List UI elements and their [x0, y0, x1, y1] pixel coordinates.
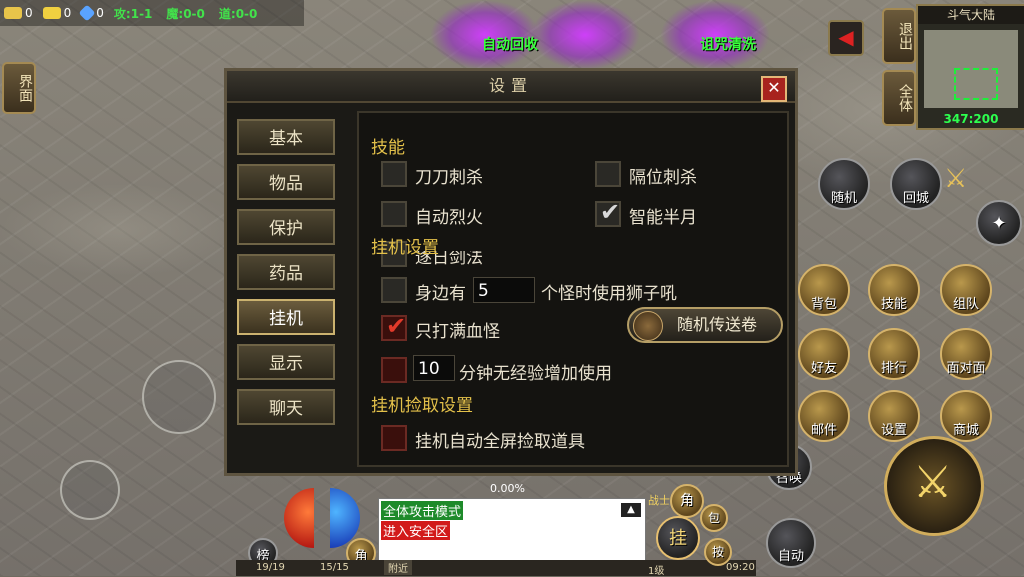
nearby-tab[interactable]: 附近 [384, 560, 412, 575]
tab-protect[interactable]: 保护 [237, 209, 335, 245]
attack-button[interactable]: ⚔ [884, 436, 984, 536]
label-smart-ban-yue: 智能半月 [629, 208, 697, 228]
checkbox-smart-ban-yue[interactable]: ✔ [595, 198, 621, 227]
rank-button[interactable]: 排行 [868, 328, 920, 380]
auto-recycle-button[interactable]: 自动回收 [482, 34, 538, 54]
chat-scroll-up-icon[interactable]: ▲ [621, 503, 641, 517]
return-city-button[interactable]: 回城 [890, 158, 942, 210]
tab-basic[interactable]: 基本 [237, 119, 335, 155]
settings-dialog: 设置 ✕ 基本 物品 保护 药品 挂机 显示 聊天 技能 刀刀刺杀 隔位刺杀 自… [224, 68, 798, 476]
resource-ingot: 0 [42, 6, 71, 20]
bottom-status-bar: 19/19 15/15 附近 1级 09:20 [236, 560, 756, 577]
shop-button[interactable]: 商城 [940, 390, 992, 442]
settings-button[interactable]: 设置 [868, 390, 920, 442]
magic-stat: 魔:0-0 [166, 6, 205, 21]
minutes-input[interactable]: 10 [413, 355, 455, 381]
lion-monster-count-input[interactable]: 5 [473, 277, 535, 303]
curse-clean-button[interactable]: 诅咒清洗 [700, 34, 756, 54]
checkbox-full-hp-only[interactable]: ✔ [381, 312, 407, 341]
attack-stat: 攻:1-1 [113, 6, 153, 21]
settings-tabs: 基本 物品 保护 药品 挂机 显示 聊天 [237, 119, 347, 434]
checkbox-no-exp-scroll[interactable] [381, 357, 407, 383]
tab-items[interactable]: 物品 [237, 164, 335, 200]
random-button[interactable]: 随机 [818, 158, 870, 210]
section-afk-title: 挂机设置 [371, 238, 439, 258]
minimap[interactable]: 斗气大陆 347:200 [916, 4, 1024, 130]
face-to-face-button[interactable]: 面对面 [940, 328, 992, 380]
bag-quick-button[interactable]: 包 [700, 504, 728, 532]
tab-display[interactable]: 显示 [237, 344, 335, 380]
dialog-title: 设置 [227, 71, 795, 103]
label-lion-suffix: 个怪时使用狮子吼 [541, 284, 677, 304]
joystick-ring[interactable] [142, 360, 216, 434]
purple-dragon-statue-mid [530, 0, 640, 70]
resource-diamond: 0 [78, 4, 104, 22]
section-pickup-title: 挂机捡取设置 [371, 396, 473, 416]
label-dao-dao-ci-sha: 刀刀刺杀 [415, 168, 483, 188]
tab-chat[interactable]: 聊天 [237, 389, 335, 425]
friend-button[interactable]: 好友 [798, 328, 850, 380]
interface-button[interactable]: 界面 [2, 62, 36, 114]
compass-icon: ✦ [991, 213, 1007, 234]
label-auto-lie-huo: 自动烈火 [415, 208, 483, 228]
checkbox-lion-roar[interactable] [381, 277, 407, 303]
auto-button[interactable]: 自动 [766, 518, 816, 568]
checkbox-auto-pickup[interactable] [381, 425, 407, 451]
compass-button[interactable]: ✦ [976, 200, 1022, 246]
gold-bars-icon [4, 7, 22, 19]
hp-value: 19/19 [256, 562, 285, 573]
level-label: 1级 [648, 566, 665, 577]
label-ge-wei-ci-sha: 隔位刺杀 [629, 168, 697, 188]
exp-percent: 0.00% [490, 482, 525, 495]
minimap-area [924, 30, 1018, 108]
gold-ingot-icon [42, 7, 61, 19]
close-button[interactable]: ✕ [761, 76, 787, 102]
mp-value: 15/15 [320, 562, 349, 573]
scroll-icon [633, 311, 663, 341]
check-icon: ✔ [386, 312, 407, 340]
section-skills-title: 技能 [371, 138, 405, 158]
class-label: 战士 [648, 494, 670, 507]
team-button[interactable]: 组队 [940, 264, 992, 316]
minimap-view-box [954, 68, 998, 100]
check-icon: ✔ [600, 198, 621, 226]
label-full-hp-only: 只打满血怪 [415, 322, 500, 342]
tab-afk[interactable]: 挂机 [237, 299, 335, 335]
afk-settings-panel: 技能 刀刀刺杀 隔位刺杀 自动烈火 ✔ 智能半月 逐日剑法 挂机设置 身边有 5… [357, 111, 789, 467]
sword-icon[interactable]: ⚔ [944, 164, 967, 194]
back-arrow-icon[interactable]: ◀ [828, 20, 864, 56]
blade-icon: ⚔ [913, 457, 953, 508]
minimap-coordinates: 347:200 [943, 112, 999, 126]
bag-button[interactable]: 背包 [798, 264, 850, 316]
label-lion-prefix: 身边有 [415, 284, 466, 304]
skill-button[interactable]: 技能 [868, 264, 920, 316]
character-button-2[interactable]: 角 [670, 484, 704, 518]
minimap-title: 斗气大陆 [918, 6, 1024, 24]
joystick-knob[interactable] [60, 460, 120, 520]
checkbox-ge-wei-ci-sha[interactable] [595, 161, 621, 187]
checkbox-dao-dao-ci-sha[interactable] [381, 161, 407, 187]
tab-potion[interactable]: 药品 [237, 254, 335, 290]
time-label: 09:20 [726, 562, 755, 573]
chat-message-attack-mode: 全体攻击模式 [381, 501, 464, 520]
chat-box[interactable]: 全体攻击模式 进入安全区 ▲ [378, 498, 646, 564]
label-auto-pickup: 挂机自动全屏捡取道具 [415, 432, 585, 452]
afk-quick-button[interactable]: 挂 [656, 516, 700, 560]
checkbox-auto-lie-huo[interactable] [381, 201, 407, 227]
mail-button[interactable]: 邮件 [798, 390, 850, 442]
chat-message-safe-zone: 进入安全区 [381, 521, 451, 540]
all-button[interactable]: 全体 [882, 70, 916, 126]
exit-button[interactable]: 退出 [882, 8, 916, 64]
label-minutes-no-exp: 分钟无经验增加使用 [459, 364, 612, 384]
top-status-bar: 0 0 0 攻:1-1 魔:0-0 道:0-0 [0, 0, 304, 26]
key-button[interactable]: 按 [704, 538, 732, 566]
random-teleport-scroll-button[interactable]: 随机传送卷 [627, 307, 783, 343]
diamond-icon [78, 4, 96, 22]
resource-gold: 0 [4, 6, 33, 20]
tao-stat: 道:0-0 [218, 6, 258, 21]
